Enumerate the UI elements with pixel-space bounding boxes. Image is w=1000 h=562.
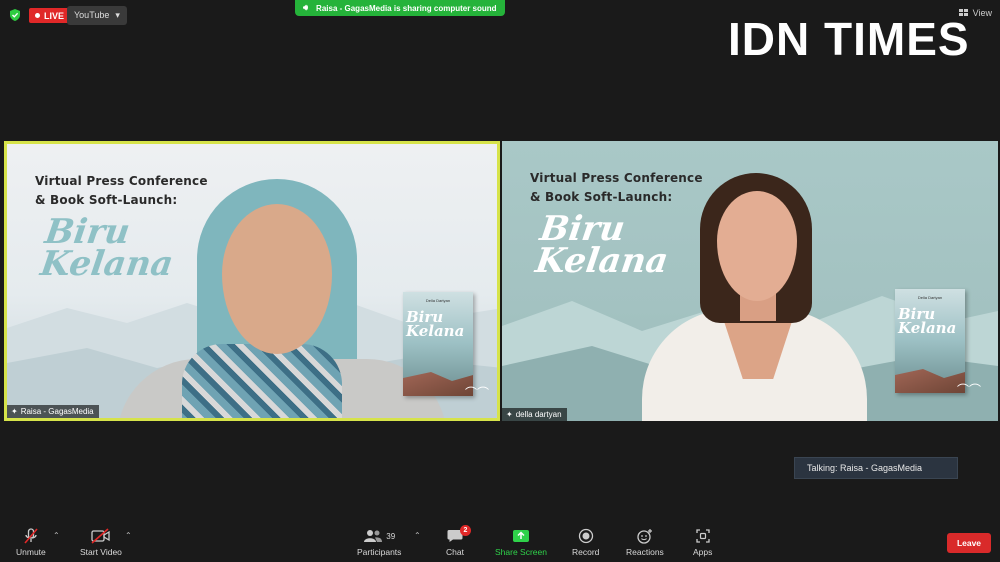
unmute-label: Unmute [16, 547, 46, 557]
participant-name: Raisa - GagasMedia [20, 407, 94, 416]
apps-icon [695, 528, 711, 544]
participants-icon: 39 [363, 528, 395, 544]
book-cover-rock [895, 369, 965, 393]
event-title-line2: & Book Soft-Launch: [35, 193, 178, 207]
leave-button[interactable]: Leave [947, 533, 991, 553]
participant-nameplate: ✦ Raisa - GagasMedia [7, 405, 99, 418]
book-script-title: Biru Kelana [532, 209, 675, 281]
start-video-label: Start Video [80, 547, 122, 557]
reactions-button[interactable]: Reactions [626, 528, 664, 557]
video-options-caret-icon[interactable]: ⌃ [125, 531, 132, 540]
record-button[interactable]: Record [572, 528, 599, 557]
participant-name: della dartyan [515, 410, 562, 419]
record-label: Record [572, 547, 600, 557]
book-cover: Della Dartyan Biru Kelana [403, 292, 473, 396]
book-author: Della Dartyan [917, 295, 943, 300]
video-tile-della[interactable]: Virtual Press Conference & Book Soft-Lau… [502, 141, 998, 421]
live-label: LIVE [44, 10, 65, 21]
script-line2: Kelana [37, 244, 176, 284]
share-screen-button[interactable]: Share Screen [495, 528, 547, 557]
pin-icon: ✦ [506, 410, 513, 419]
chat-unread-badge: 2 [460, 525, 471, 536]
stream-target-label: YouTube [74, 10, 110, 20]
sharing-sound-banner: 🔊︎ Raisa - GagasMedia is sharing compute… [295, 0, 505, 16]
view-label: View [972, 8, 992, 18]
mic-muted-icon [24, 528, 38, 544]
stream-target-dropdown[interactable]: YouTube ▾ [67, 6, 127, 25]
script-line2: Kelana [532, 241, 671, 281]
apps-button[interactable]: Apps [693, 528, 712, 557]
book-script-title: Biru Kelana [37, 212, 180, 284]
record-icon [578, 528, 594, 544]
caret-down-icon: ▾ [115, 10, 120, 20]
book-cover: Della Dartyan Biru Kelana [895, 289, 965, 393]
event-title: Virtual Press Conference & Book Soft-Lau… [530, 169, 703, 207]
participants-button[interactable]: 39 Participants [357, 528, 401, 557]
share-screen-label: Share Screen [495, 547, 547, 557]
book-cover-title: Biru Kelana [406, 310, 465, 340]
talking-indicator: Talking: Raisa - GagasMedia [794, 457, 958, 479]
event-title-line1: Virtual Press Conference [530, 171, 703, 185]
birds-icon: ⌒⌒ [957, 383, 982, 397]
unmute-button[interactable]: Unmute [16, 528, 46, 557]
book-cover-title-line2: Kelana [406, 322, 465, 340]
reactions-label: Reactions [626, 547, 664, 557]
event-title: Virtual Press Conference & Book Soft-Lau… [35, 172, 208, 210]
participants-label: Participants [357, 547, 402, 557]
chat-label: Chat [446, 547, 464, 557]
person-scarf [182, 344, 342, 418]
start-video-button[interactable]: Start Video [80, 528, 122, 557]
live-badge[interactable]: LIVE [29, 8, 71, 23]
shield-icon [10, 9, 20, 21]
book-author: Della Dartyan [425, 298, 451, 303]
birds-icon: ⌒⌒ [465, 386, 490, 400]
book-cover-title-line2: Kelana [898, 319, 957, 337]
video-tile-raisa[interactable]: Virtual Press Conference & Book Soft-Lau… [4, 141, 500, 421]
reactions-icon [636, 528, 654, 544]
participants-caret-icon[interactable]: ⌃ [414, 531, 421, 540]
event-title-line1: Virtual Press Conference [35, 174, 208, 188]
book-cover-rock [403, 372, 473, 396]
audio-options-caret-icon[interactable]: ⌃ [53, 531, 60, 540]
pin-icon: ✦ [11, 407, 18, 416]
brand-logo: IDN TIMES [728, 13, 970, 65]
speaker-icon: 🔊︎ [303, 3, 309, 12]
video-off-icon [91, 528, 111, 544]
participants-count: 39 [386, 531, 396, 541]
sharing-sound-text: Raisa - GagasMedia is sharing computer s… [316, 3, 497, 13]
participant-nameplate: ✦ della dartyan [502, 408, 567, 421]
live-dot-icon [35, 13, 40, 18]
event-title-line2: & Book Soft-Launch: [530, 190, 673, 204]
share-screen-icon [512, 528, 530, 544]
book-cover-title: Biru Kelana [898, 307, 957, 337]
apps-label: Apps [693, 547, 713, 557]
